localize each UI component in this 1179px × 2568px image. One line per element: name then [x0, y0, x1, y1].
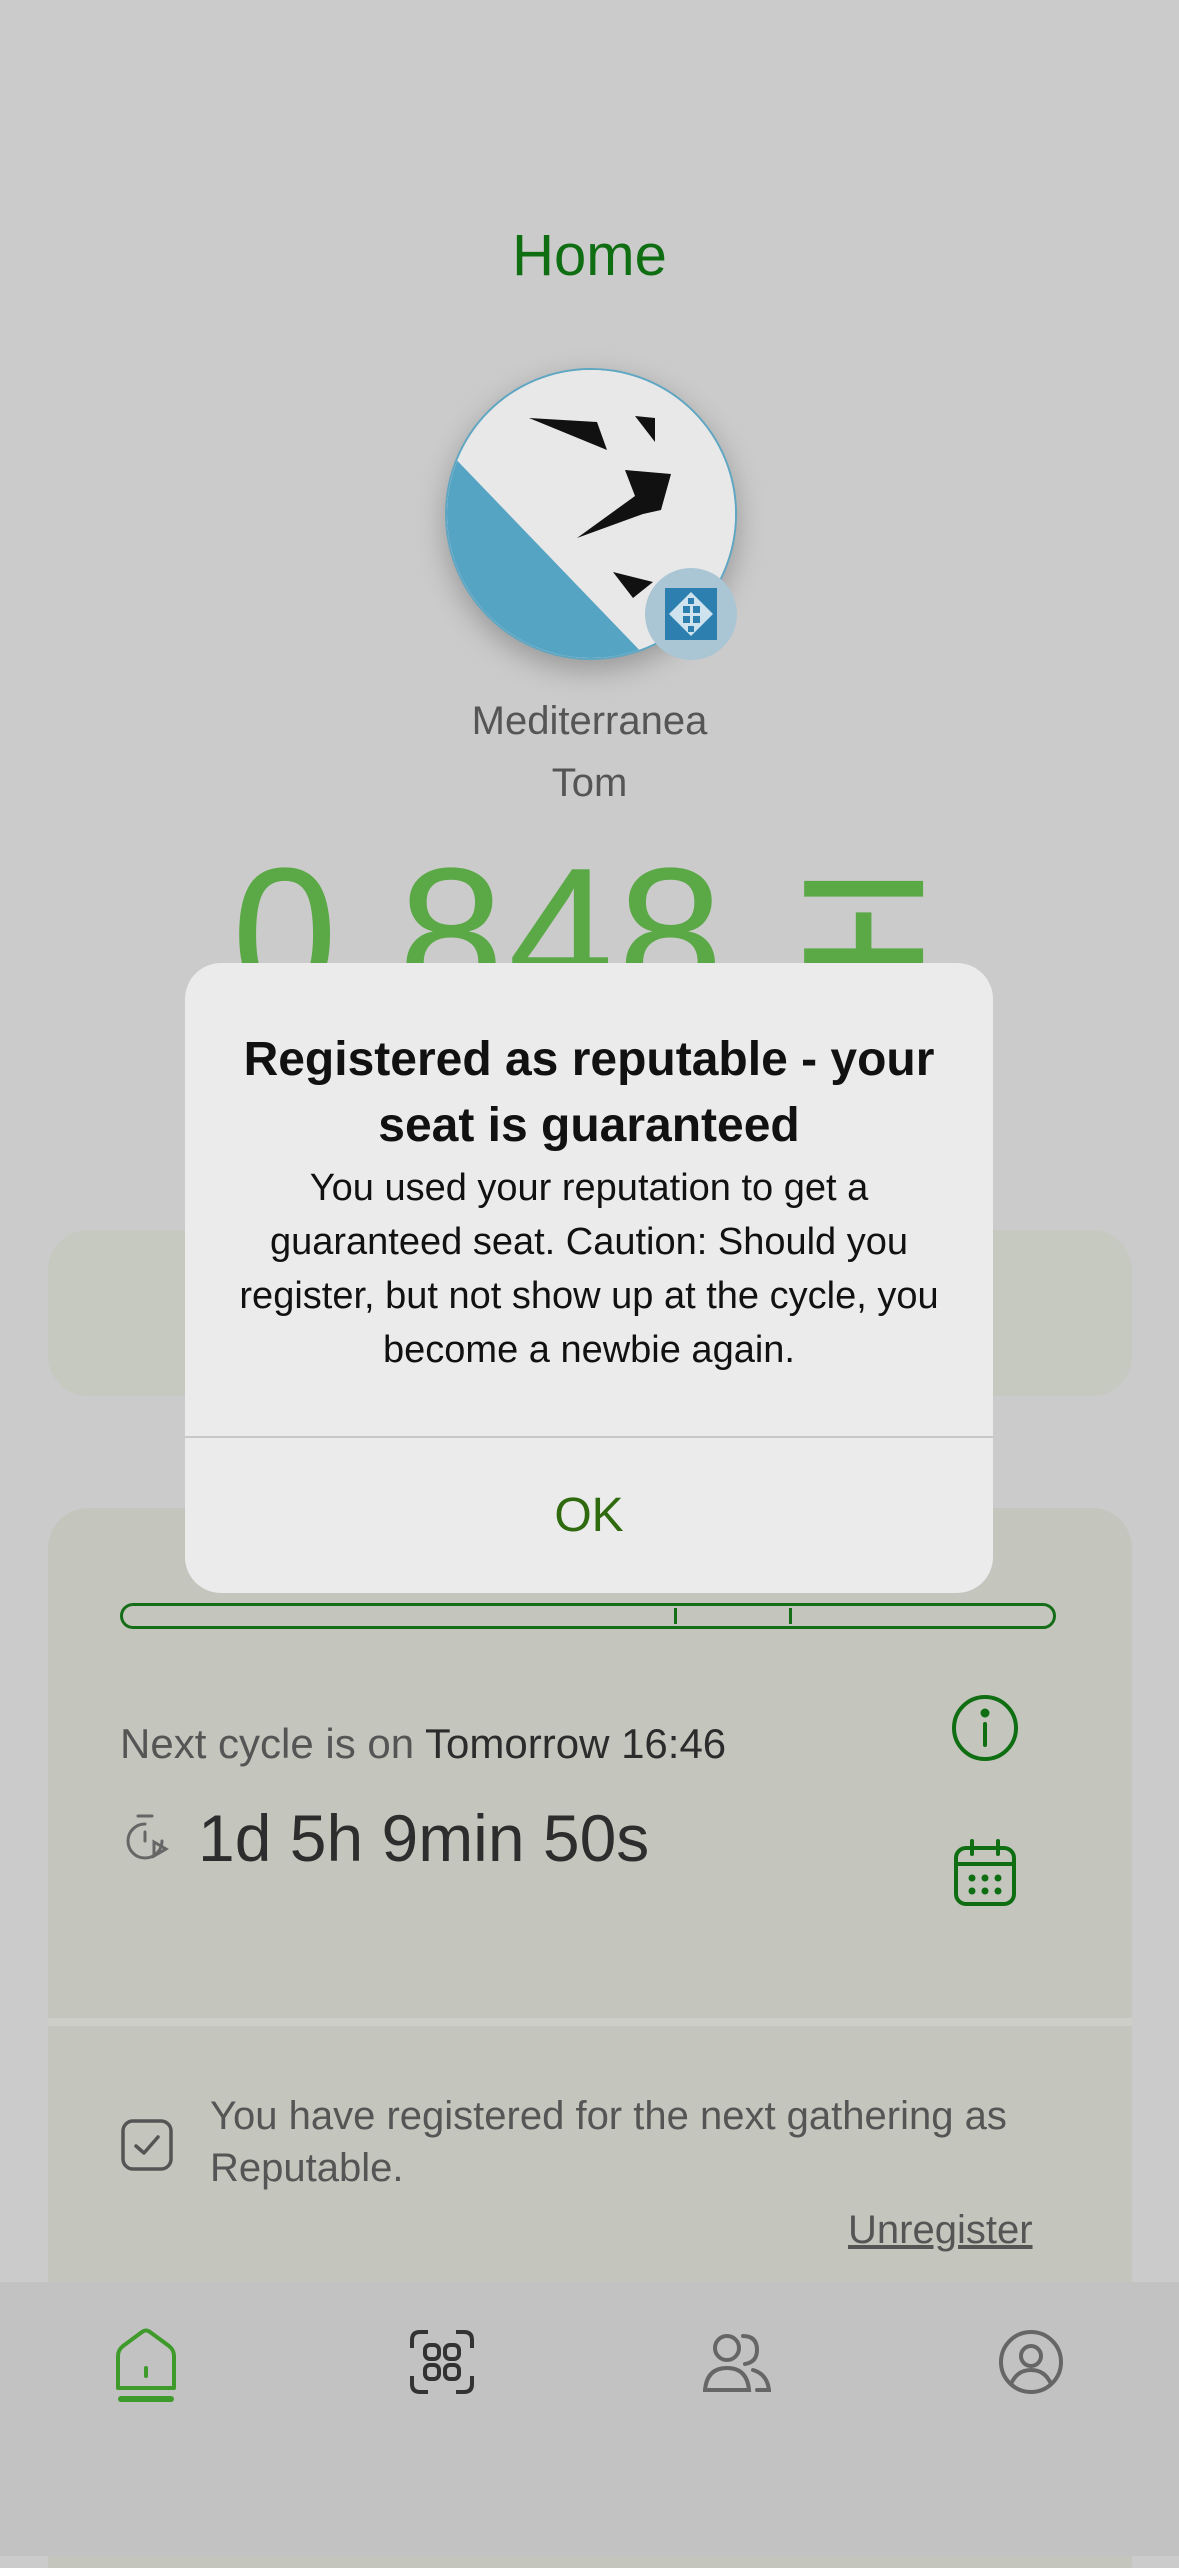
- currency-badge-icon: [645, 568, 737, 660]
- timer-icon: [120, 1812, 170, 1862]
- cycle-progress-bar: [120, 1603, 1056, 1629]
- next-cycle-label: Next cycle is on: [120, 1720, 415, 1767]
- contacts-icon: [702, 2334, 772, 2392]
- next-cycle-date: Tomorrow 16:46: [425, 1720, 727, 1767]
- progress-tick: [789, 1608, 792, 1624]
- scan-icon: [410, 2330, 474, 2394]
- tab-profile[interactable]: [997, 2328, 1065, 2396]
- community-name: Mediterranea Tom: [0, 690, 1179, 814]
- next-cycle-text: Next cycle is on Tomorrow 16:46: [120, 1720, 726, 1768]
- community-name-line1: Mediterranea: [471, 699, 708, 743]
- unregister-link[interactable]: Unregister: [848, 2208, 1033, 2253]
- checkbox-checked-icon: [120, 2118, 174, 2172]
- progress-tick: [674, 1608, 677, 1624]
- community-name-line2: Tom: [551, 761, 628, 805]
- tab-contacts[interactable]: [702, 2328, 772, 2396]
- countdown-timer: 1d 5h 9min 50s: [198, 1801, 650, 1875]
- calendar-icon[interactable]: [952, 1838, 1018, 1908]
- dialog-ok-button[interactable]: OK: [185, 1438, 993, 1593]
- registration-status-text: You have registered for the next gatheri…: [210, 2094, 1007, 2190]
- info-icon[interactable]: [950, 1693, 1020, 1763]
- bottom-tab-bar: [0, 2282, 1179, 2556]
- alert-dialog: Registered as reputable - your seat is g…: [185, 963, 993, 1593]
- tab-scan[interactable]: [408, 2328, 476, 2396]
- dialog-title: Registered as reputable - your seat is g…: [243, 1033, 935, 1152]
- home-icon: [116, 2328, 176, 2390]
- card-divider: [48, 2018, 1132, 2026]
- profile-icon: [999, 2330, 1063, 2394]
- dialog-message: You used your reputation to get a guaran…: [239, 1167, 939, 1371]
- page-title: Home: [512, 223, 667, 288]
- tab-home[interactable]: [112, 2328, 180, 2396]
- active-tab-indicator: [118, 2396, 174, 2402]
